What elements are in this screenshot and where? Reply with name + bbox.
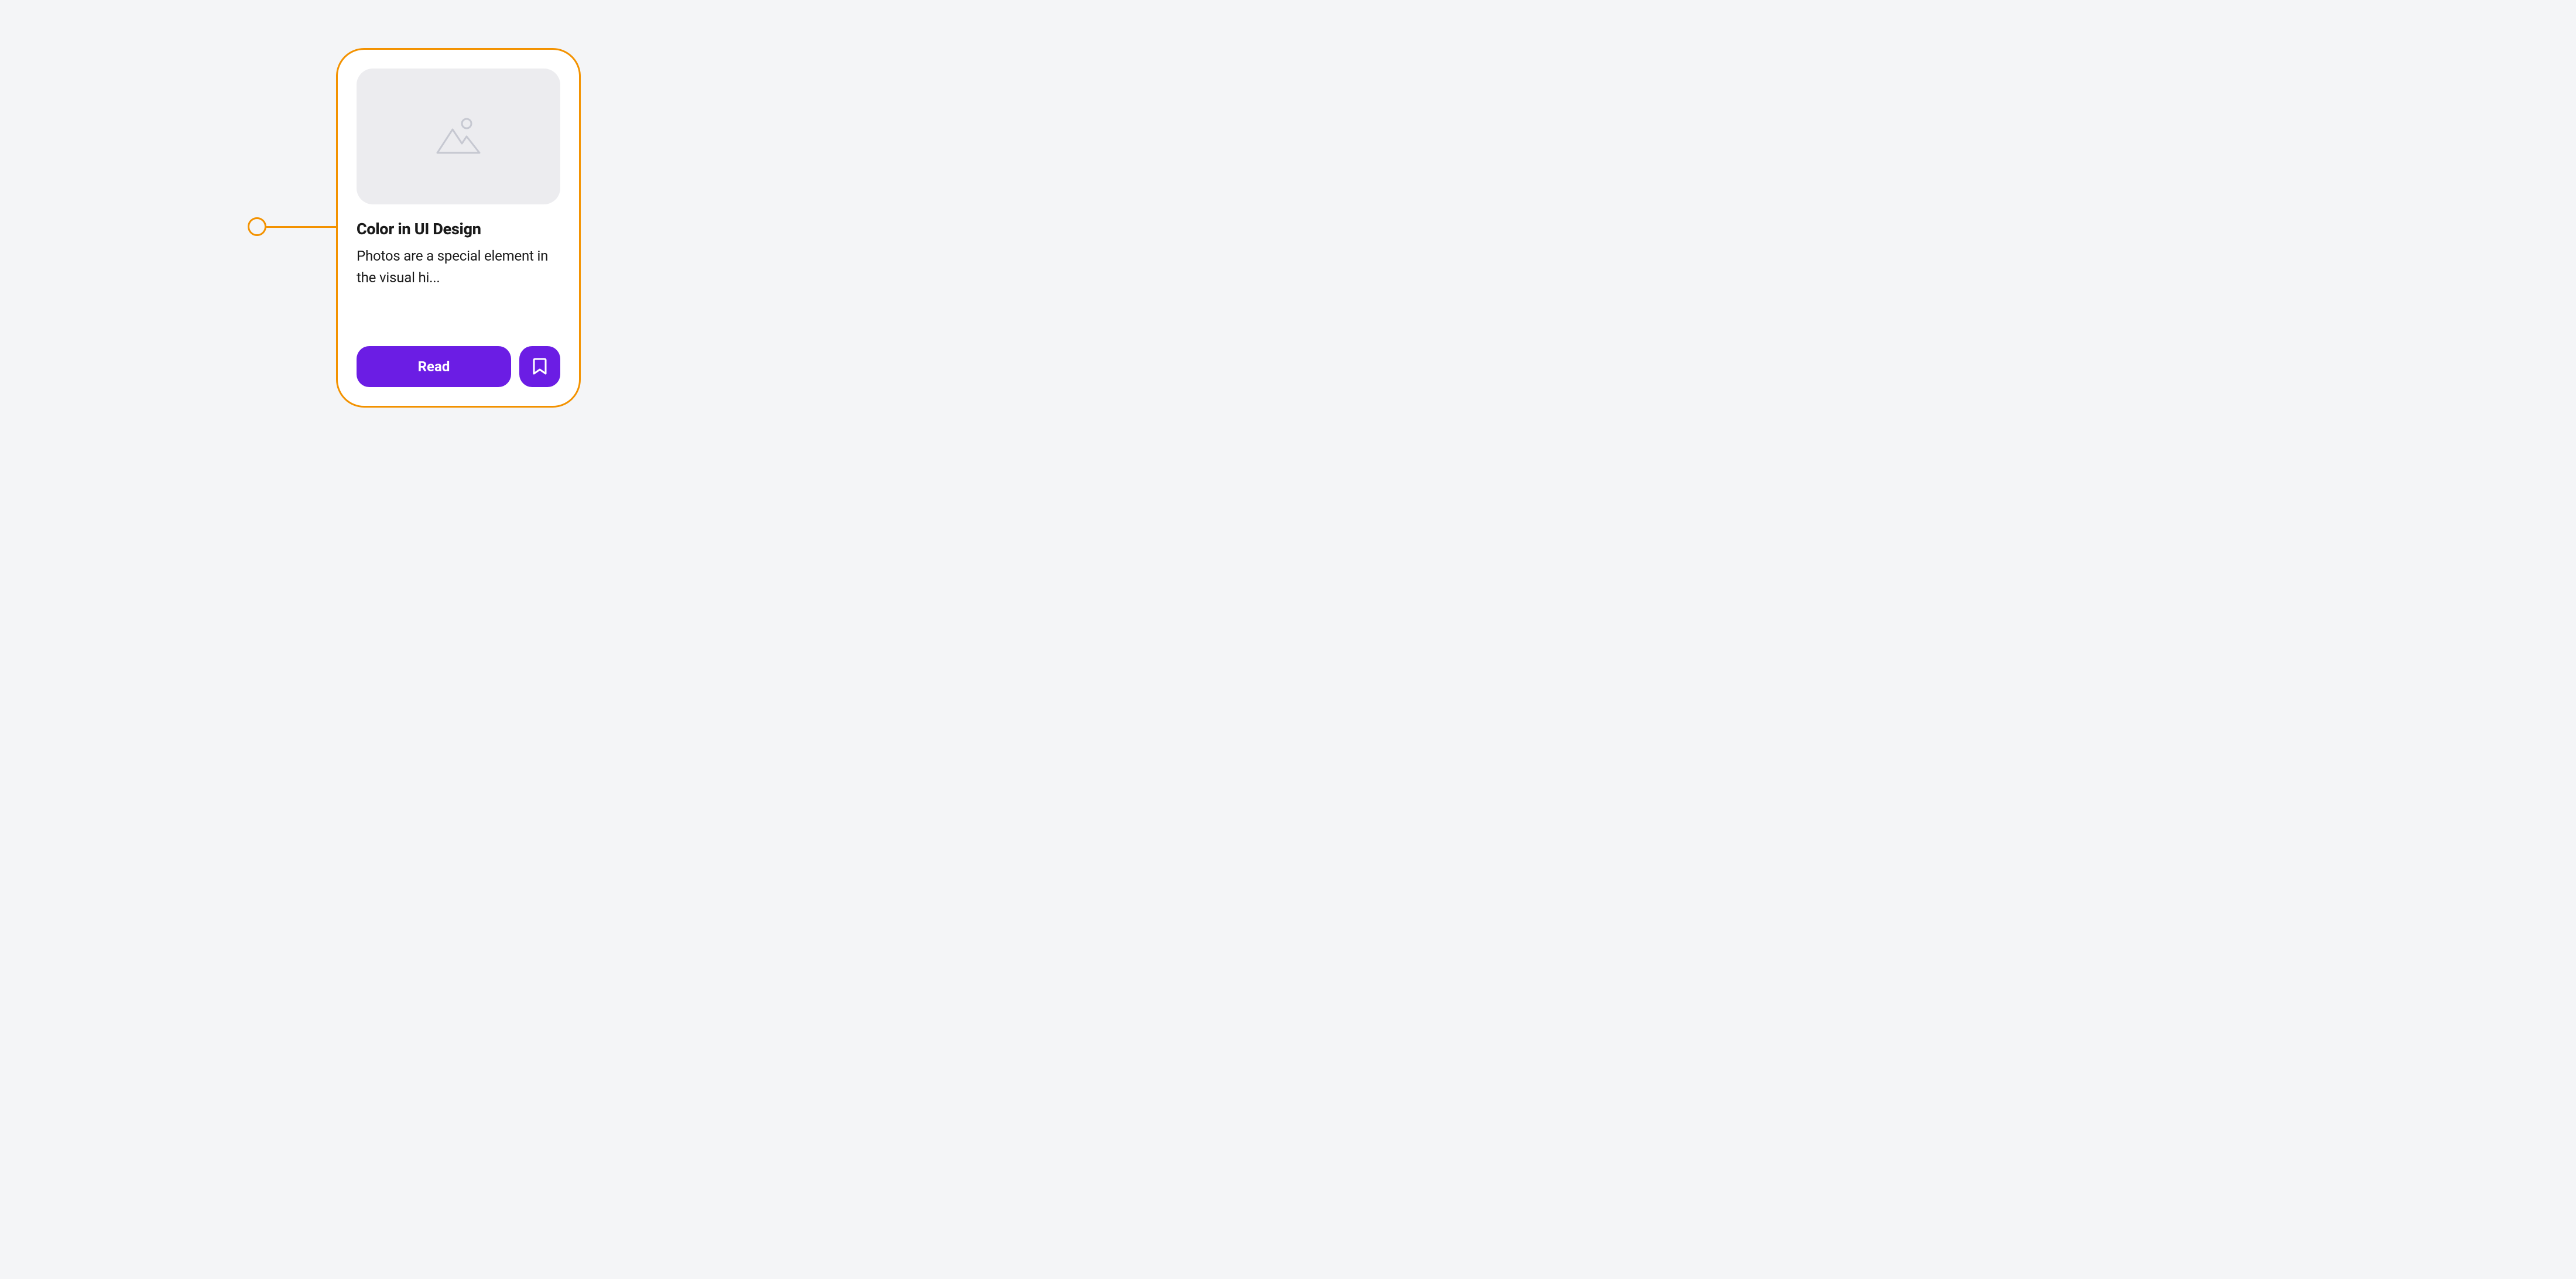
annotation-node-icon (248, 217, 266, 236)
card-description: Photos are a special element in the visu… (357, 245, 560, 289)
annotation-line (266, 226, 337, 228)
read-button[interactable]: Read (357, 346, 511, 387)
image-placeholder-icon (433, 115, 484, 158)
bookmark-icon (533, 358, 547, 375)
card-actions: Read (357, 346, 560, 387)
card-title: Color in UI Design (357, 220, 560, 238)
article-card: Color in UI Design Photos are a special … (336, 48, 581, 408)
card-image-placeholder (357, 69, 560, 204)
bookmark-button[interactable] (519, 346, 560, 387)
annotation-connector (248, 217, 337, 236)
